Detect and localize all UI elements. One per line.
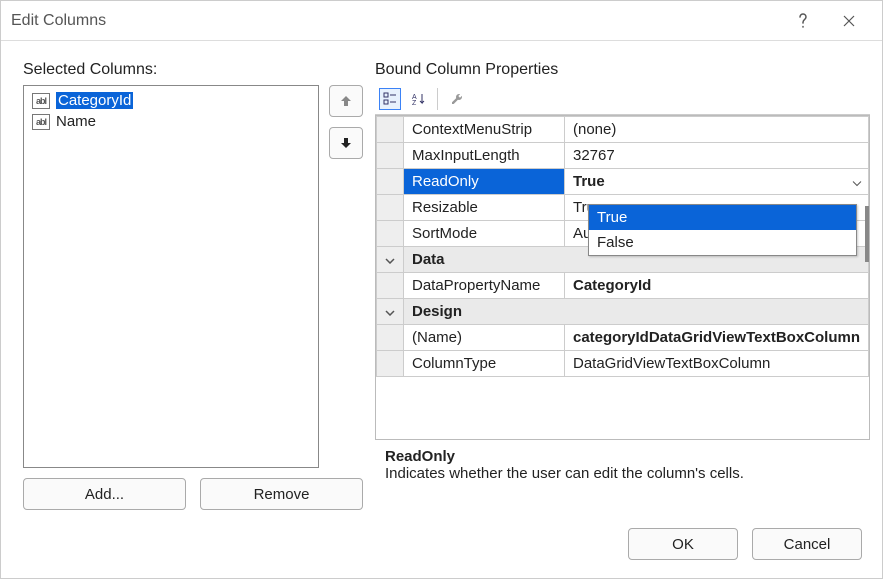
list-item-label: Name <box>56 113 96 130</box>
scrollbar-thumb[interactable] <box>865 206 869 262</box>
property-category[interactable]: Design <box>377 299 869 325</box>
chevron-down-icon[interactable] <box>852 173 862 190</box>
prop-name: ReadOnly <box>404 169 565 195</box>
remove-button[interactable]: Remove <box>200 478 363 510</box>
dropdown-option-true[interactable]: True <box>589 205 856 230</box>
add-button[interactable]: Add... <box>23 478 186 510</box>
chevron-down-icon <box>385 310 395 316</box>
property-row[interactable]: DataPropertyNameCategoryId <box>377 273 869 299</box>
prop-name: ColumnType <box>404 351 565 377</box>
wrench-icon <box>450 92 464 106</box>
arrow-down-icon <box>340 137 352 149</box>
alphabetical-icon: AZ <box>411 92 425 106</box>
list-item[interactable]: abl CategoryId <box>28 90 314 111</box>
textbox-column-icon: abl <box>32 114 50 130</box>
dropdown-option-false[interactable]: False <box>589 230 856 255</box>
move-down-button[interactable] <box>329 127 363 159</box>
alphabetical-view-button[interactable]: AZ <box>407 88 429 110</box>
prop-name: ContextMenuStrip <box>404 117 565 143</box>
dialog-footer: OK Cancel <box>1 522 882 578</box>
prop-name: SortMode <box>404 221 565 247</box>
categorized-view-button[interactable] <box>379 88 401 110</box>
property-row[interactable]: (Name)categoryIdDataGridViewTextBoxColum… <box>377 325 869 351</box>
property-grid[interactable]: ContextMenuStrip(none) MaxInputLength327… <box>375 115 870 440</box>
chevron-down-icon <box>385 258 395 264</box>
titlebar: Edit Columns <box>1 1 882 41</box>
prop-value[interactable]: 32767 <box>564 143 868 169</box>
list-item-label: CategoryId <box>56 92 133 109</box>
prop-name: DataPropertyName <box>404 273 565 299</box>
property-panel: Bound Column Properties AZ ContextMenuSt… <box>375 61 870 510</box>
cancel-button[interactable]: Cancel <box>752 528 862 560</box>
ok-button[interactable]: OK <box>628 528 738 560</box>
prop-name: Resizable <box>404 195 565 221</box>
selected-columns-label: Selected Columns: <box>23 61 363 79</box>
window-title: Edit Columns <box>11 12 780 30</box>
prop-value[interactable]: categoryIdDataGridViewTextBoxColumn <box>564 325 868 351</box>
textbox-column-icon: abl <box>32 93 50 109</box>
list-item[interactable]: abl Name <box>28 111 314 132</box>
categorized-icon <box>383 92 397 106</box>
property-row[interactable]: ColumnTypeDataGridViewTextBoxColumn <box>377 351 869 377</box>
toolbar-separator <box>437 88 438 110</box>
move-up-button[interactable] <box>329 85 363 117</box>
prop-name: (Name) <box>404 325 565 351</box>
prop-value[interactable]: DataGridViewTextBoxColumn <box>564 351 868 377</box>
prop-value[interactable]: True <box>564 169 868 195</box>
close-icon <box>842 14 856 28</box>
prop-value[interactable]: (none) <box>564 117 868 143</box>
arrow-up-icon <box>340 95 352 107</box>
close-button[interactable] <box>826 1 872 41</box>
columns-listbox[interactable]: abl CategoryId abl Name <box>23 85 319 468</box>
help-title: ReadOnly <box>385 448 860 465</box>
property-pages-button[interactable] <box>446 88 468 110</box>
svg-text:Z: Z <box>412 100 417 106</box>
property-row[interactable]: MaxInputLength32767 <box>377 143 869 169</box>
help-button[interactable] <box>780 1 826 41</box>
property-row[interactable]: ContextMenuStrip(none) <box>377 117 869 143</box>
prop-value[interactable]: CategoryId <box>564 273 868 299</box>
prop-name: MaxInputLength <box>404 143 565 169</box>
help-text: Indicates whether the user can edit the … <box>385 465 860 482</box>
selected-columns-panel: Selected Columns: abl CategoryId abl Nam… <box>23 61 363 510</box>
property-row-selected[interactable]: ReadOnlyTrue <box>377 169 869 195</box>
edit-columns-dialog: Edit Columns Selected Columns: abl Categ… <box>0 0 883 579</box>
help-icon <box>797 13 809 29</box>
property-grid-toolbar: AZ <box>375 83 870 115</box>
help-pane: ReadOnly Indicates whether the user can … <box>375 440 870 510</box>
readonly-dropdown[interactable]: True False <box>588 204 857 256</box>
category-label: Design <box>404 299 869 325</box>
bound-props-label: Bound Column Properties <box>375 61 870 79</box>
